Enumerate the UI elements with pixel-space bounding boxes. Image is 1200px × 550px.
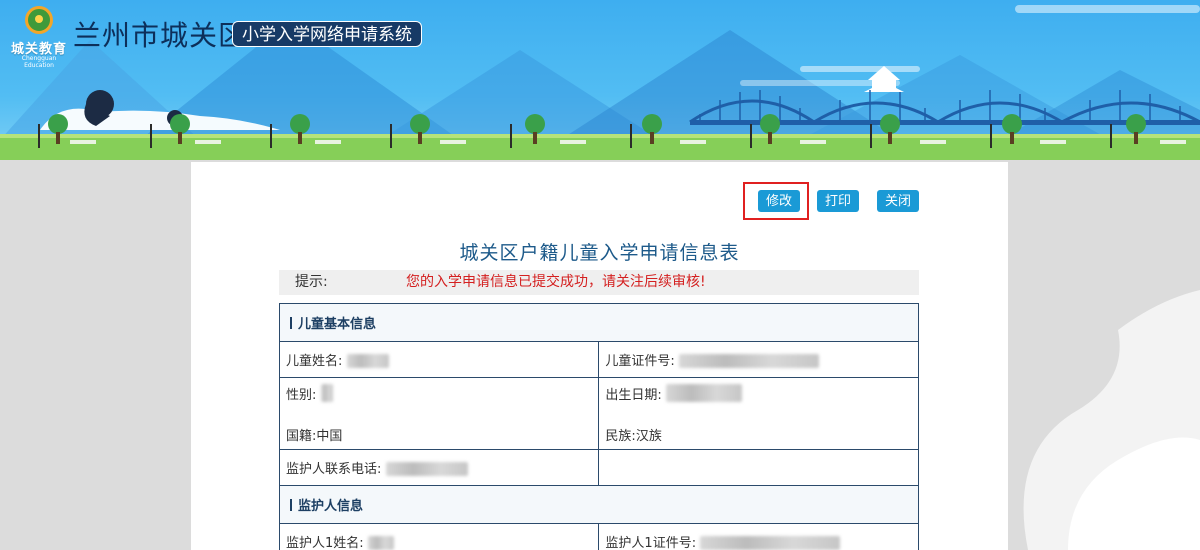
table-row: 性别: 国籍:中国 出生日期: 民族:汉族 [278, 377, 919, 450]
table-row: 监护人联系电话: [278, 449, 919, 486]
section-marker [290, 317, 292, 329]
print-button[interactable]: 打印 [817, 190, 859, 212]
child-id-cell: 儿童证件号: [598, 341, 919, 378]
decorative-cloud-bar [1015, 5, 1200, 13]
edit-button[interactable]: 修改 [758, 190, 800, 212]
section-title-guardian: 监护人信息 [298, 499, 364, 514]
guardian1-id-cell: 监护人1证件号: [598, 523, 919, 550]
site-title: 兰州市城关区 [73, 19, 248, 52]
guardian-phone-cell: 监护人联系电话: [278, 449, 600, 486]
form-title: 城关区户籍儿童入学申请信息表 [459, 242, 740, 264]
section-header-guardian: 监护人信息 [279, 485, 919, 524]
section-title-child: 儿童基本信息 [298, 317, 377, 332]
gender-label: 性别: [286, 387, 317, 403]
ethnicity-label: 民族: [605, 428, 636, 444]
guardian1-name-cell: 监护人1姓名: [278, 523, 600, 550]
guardian1-id-label: 监护人1证件号: [605, 536, 697, 550]
child-name-cell: 儿童姓名: [278, 341, 600, 378]
birth-date-redacted [665, 383, 742, 402]
close-button[interactable]: 关闭 [877, 190, 919, 212]
tip-message: 您的入学申请信息已提交成功，请关注后续审核! [406, 274, 706, 290]
child-name-label: 儿童姓名: [286, 354, 343, 369]
section-marker [290, 499, 292, 511]
section-header-child: 儿童基本信息 [279, 303, 919, 342]
system-name-badge: 小学入学网络申请系统 [232, 21, 422, 47]
table-row: 儿童姓名: 儿童证件号: [278, 341, 919, 378]
logo-emblem-icon [25, 6, 53, 34]
child-name-redacted [346, 354, 389, 368]
empty-cell [598, 449, 919, 486]
logo[interactable]: 城关教育 Chengguan Education [8, 6, 68, 69]
birth-date-label: 出生日期: [605, 387, 662, 403]
tip-label: 提示: [295, 274, 328, 290]
guardian1-id-redacted [700, 536, 841, 550]
child-id-redacted [678, 354, 819, 368]
nationality-label: 国籍: [286, 428, 317, 444]
guardian-phone-redacted [385, 462, 468, 476]
guardian1-name-label: 监护人1姓名: [286, 536, 364, 550]
background-decoration [1023, 290, 1200, 550]
ethnicity-value: 汉族 [635, 428, 662, 444]
table-row: 监护人1姓名: 监护人1证件号: [278, 523, 919, 550]
tip-bar: 提示: 您的入学申请信息已提交成功，请关注后续审核! [279, 270, 919, 295]
guardian1-name-redacted [367, 536, 394, 550]
gender-nationality-cell: 性别: 国籍:中国 [278, 377, 600, 450]
gender-redacted [320, 383, 333, 402]
logo-subtext: Chengguan Education [21, 55, 57, 69]
child-id-label: 儿童证件号: [605, 354, 675, 369]
application-info-table: 儿童基本信息 儿童姓名: 儿童证件号: 性别: 国籍:中国 出生日期: 民族:汉… [278, 303, 919, 550]
birth-ethnicity-cell: 出生日期: 民族:汉族 [598, 377, 919, 450]
header-banner: 城关教育 Chengguan Education 兰州市城关区 小学入学网络申请… [0, 0, 1200, 160]
guardian-phone-label: 监护人联系电话: [286, 462, 382, 477]
nationality-value: 中国 [316, 428, 343, 444]
application-panel: 修改 打印 关闭 城关区户籍儿童入学申请信息表 提示: 您的入学申请信息已提交成… [191, 162, 1008, 550]
